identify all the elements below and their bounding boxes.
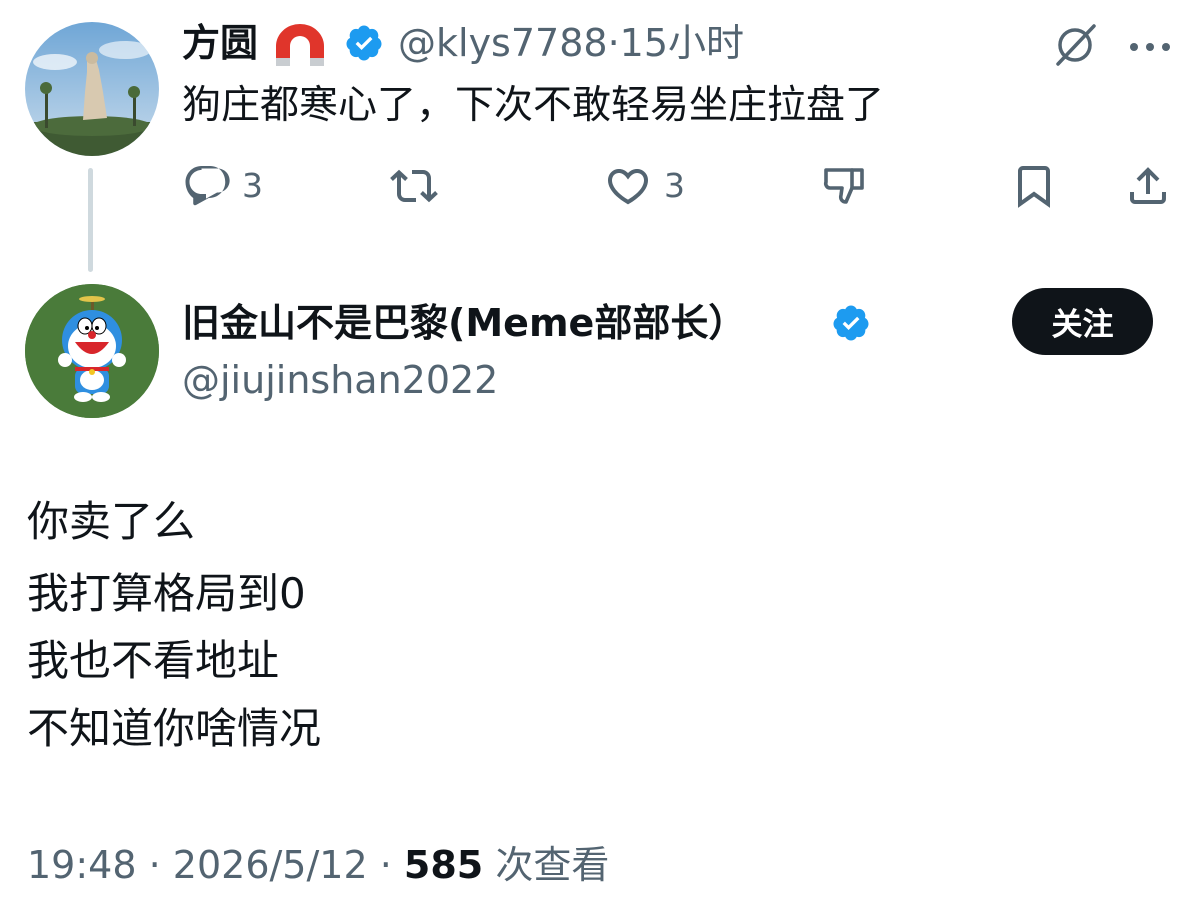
share-icon bbox=[1130, 167, 1166, 204]
tweet-body-line: 我也不看地址 bbox=[27, 636, 280, 685]
reply-display-name[interactable]: 方圆 bbox=[182, 18, 258, 68]
avatar-jiujinshan2022[interactable] bbox=[25, 284, 159, 418]
follow-button[interactable]: 关注 bbox=[1012, 288, 1153, 355]
author-display-name[interactable]: 旧金山不是巴黎(Meme部部长） bbox=[182, 297, 746, 349]
meta-separator: · bbox=[379, 843, 392, 887]
reply-button[interactable]: 3 bbox=[182, 160, 263, 212]
tweet-body-line: 不知道你啥情况 bbox=[27, 704, 322, 753]
meta-separator: · bbox=[148, 843, 161, 887]
reply-icon bbox=[185, 166, 230, 206]
tweet-time[interactable]: 19:48 bbox=[27, 843, 137, 887]
avatar-klys7788[interactable] bbox=[25, 22, 159, 156]
avatar-image bbox=[25, 22, 159, 156]
dislike-button[interactable] bbox=[820, 160, 868, 212]
grok-icon[interactable] bbox=[1050, 20, 1100, 70]
views-count[interactable]: 585 bbox=[404, 843, 483, 887]
dislike-icon bbox=[823, 168, 864, 204]
like-icon bbox=[607, 169, 649, 205]
retweet-button[interactable] bbox=[390, 160, 438, 212]
reply-time[interactable]: 15小时 bbox=[620, 21, 744, 65]
reply-text: 狗庄都寒心了，下次不敢轻易坐庄拉盘了 bbox=[182, 83, 885, 128]
magnet-emoji-icon bbox=[270, 22, 330, 70]
tweet-meta-footer: 19:48 · 2026/5/12 · 585 次查看 bbox=[27, 838, 609, 892]
meta-separator: · bbox=[607, 21, 620, 65]
author-handle[interactable]: @jiujinshan2022 bbox=[182, 355, 498, 405]
bookmark-button[interactable] bbox=[1010, 160, 1058, 212]
more-icon[interactable] bbox=[1128, 38, 1172, 51]
thread-line bbox=[88, 168, 93, 272]
tweet-body-line: 你卖了么 bbox=[27, 497, 196, 546]
like-count: 3 bbox=[664, 166, 685, 205]
like-button[interactable]: 3 bbox=[604, 160, 685, 212]
verified-badge-icon bbox=[344, 23, 384, 63]
reply-handle[interactable]: @klys7788 bbox=[398, 21, 608, 65]
retweet-icon bbox=[390, 169, 438, 203]
share-button[interactable] bbox=[1124, 160, 1172, 212]
reply-meta: @klys7788·15小时 bbox=[398, 18, 744, 68]
tweet-body-line: 我打算格局到0 bbox=[27, 569, 306, 618]
tweet-date[interactable]: 2026/5/12 bbox=[173, 843, 368, 887]
bookmark-icon bbox=[1018, 166, 1050, 208]
avatar-image bbox=[25, 284, 159, 418]
reply-count: 3 bbox=[242, 166, 263, 205]
views-label: 次查看 bbox=[495, 843, 610, 887]
verified-badge-icon bbox=[831, 303, 871, 343]
